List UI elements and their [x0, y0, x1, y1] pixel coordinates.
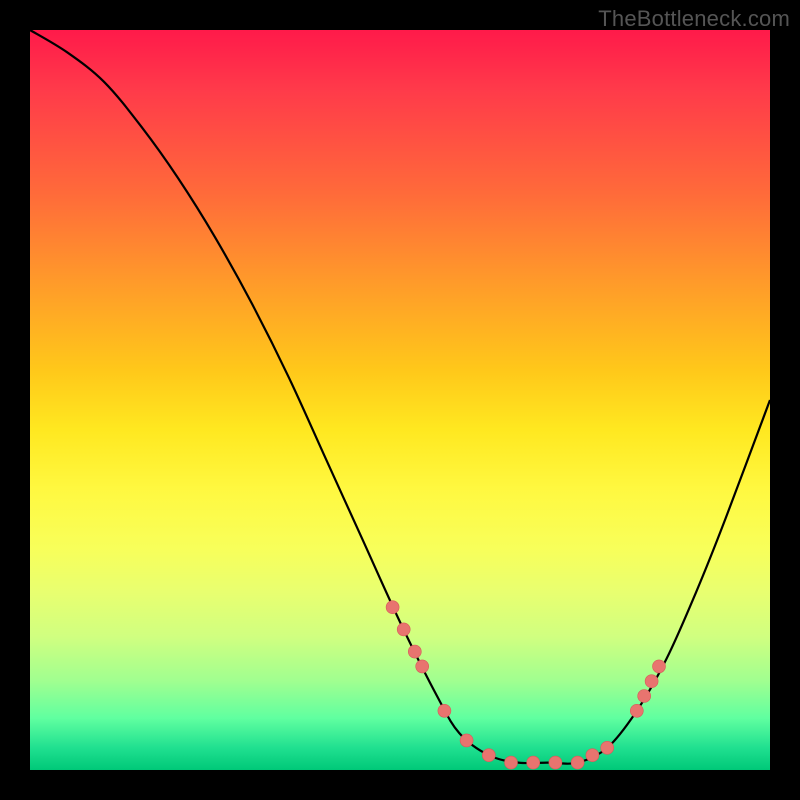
data-point: [527, 756, 540, 769]
data-point: [653, 660, 666, 673]
data-point: [630, 704, 643, 717]
data-point: [416, 660, 429, 673]
data-point: [408, 645, 421, 658]
chart-frame: TheBottleneck.com: [0, 0, 800, 800]
data-point: [397, 623, 410, 636]
data-point: [460, 734, 473, 747]
data-point: [482, 749, 495, 762]
curve-line: [30, 30, 770, 764]
plot-area: [30, 30, 770, 770]
data-point: [645, 675, 658, 688]
data-point: [386, 601, 399, 614]
watermark-text: TheBottleneck.com: [598, 6, 790, 32]
data-point: [571, 756, 584, 769]
data-point: [586, 749, 599, 762]
data-point: [601, 741, 614, 754]
data-point: [438, 704, 451, 717]
data-point: [638, 690, 651, 703]
data-point: [549, 756, 562, 769]
data-points-group: [386, 601, 665, 769]
data-point: [505, 756, 518, 769]
chart-svg: [30, 30, 770, 770]
